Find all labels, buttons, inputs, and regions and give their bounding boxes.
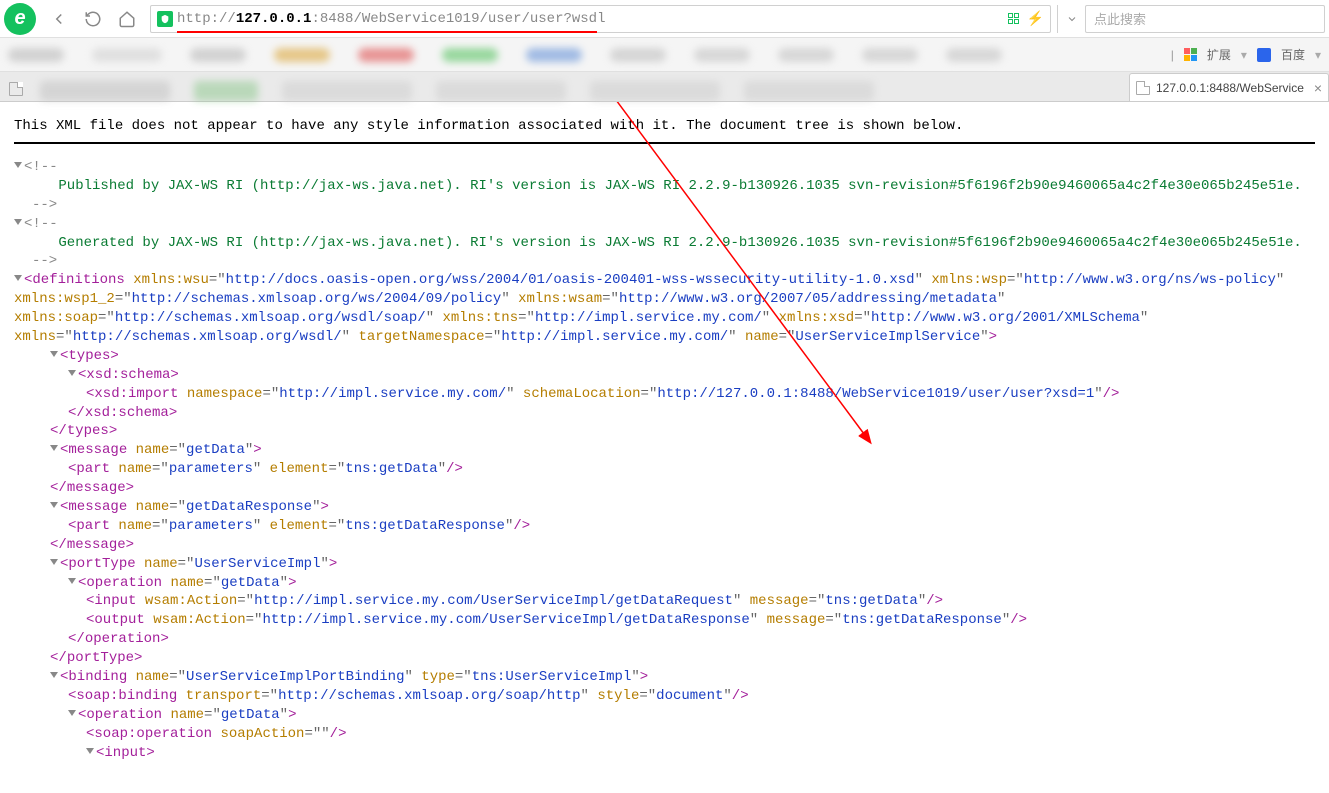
blurred-item: [442, 48, 498, 62]
search-input[interactable]: 点此搜索: [1085, 5, 1325, 33]
blurred-tab: [282, 81, 412, 101]
bolt-icon[interactable]: ⚡: [1027, 10, 1044, 27]
blurred-item: [862, 48, 918, 62]
xml-element-input[interactable]: <input>: [86, 744, 1315, 763]
xml-element-output: <output wsam:Action="http://impl.service…: [86, 611, 1315, 630]
extensions-label[interactable]: 扩展: [1207, 46, 1231, 63]
blurred-item: [92, 48, 162, 62]
browser-toolbar: e http://127.0.0.1:8488/WebService1019/u…: [0, 0, 1329, 38]
security-shield-icon: [157, 11, 173, 27]
xml-element-import: <xsd:import namespace="http://impl.servi…: [86, 385, 1315, 404]
blurred-item: [358, 48, 414, 62]
back-button[interactable]: [42, 4, 76, 34]
twisty-icon[interactable]: [14, 275, 22, 281]
blurred-item: [610, 48, 666, 62]
blurred-item: [8, 48, 64, 62]
twisty-icon[interactable]: [14, 162, 22, 168]
twisty-icon[interactable]: [50, 351, 58, 357]
tab-label: 127.0.0.1:8488/WebService: [1156, 81, 1304, 95]
baidu-label[interactable]: 百度: [1281, 46, 1305, 63]
tab-close-button[interactable]: ×: [1314, 80, 1322, 96]
blurred-item: [694, 48, 750, 62]
xml-element-schema[interactable]: <xsd:schema>: [68, 366, 1315, 385]
addr-dropdown[interactable]: [1057, 5, 1085, 33]
xml-comment[interactable]: <!--: [14, 215, 1315, 234]
xml-element-operation[interactable]: <operation name="getData">: [68, 706, 1315, 725]
blurred-item: [946, 48, 1002, 62]
xml-element-operation[interactable]: <operation name="getData">: [68, 574, 1315, 593]
tab-bar: 127.0.0.1:8488/WebService ×: [0, 72, 1329, 102]
xml-comment[interactable]: <!--: [14, 158, 1315, 177]
address-bar[interactable]: http://127.0.0.1:8488/WebService1019/use…: [150, 5, 1051, 33]
blurred-item: [274, 48, 330, 62]
xml-element-porttype[interactable]: <portType name="UserServiceImpl">: [50, 555, 1315, 574]
xml-element-soapoperation: <soap:operation soapAction=""/>: [86, 725, 1315, 744]
twisty-icon[interactable]: [68, 370, 76, 376]
twisty-icon[interactable]: [50, 445, 58, 451]
home-button[interactable]: [110, 4, 144, 34]
twisty-icon[interactable]: [68, 710, 76, 716]
blurred-tab: [40, 81, 170, 101]
twisty-icon[interactable]: [86, 748, 94, 754]
blurred-item: [778, 48, 834, 62]
xml-element-soapbinding: <soap:binding transport="http://schemas.…: [68, 687, 1315, 706]
xml-element-definitions[interactable]: <definitions xmlns:wsu="http://docs.oasi…: [14, 271, 1315, 347]
baidu-icon[interactable]: [1257, 48, 1271, 62]
blurred-tab: [194, 81, 258, 101]
xml-element-message[interactable]: <message name="getData">: [50, 441, 1315, 460]
page-icon: [1136, 81, 1150, 95]
twisty-icon[interactable]: [50, 502, 58, 508]
xml-element-message[interactable]: <message name="getDataResponse">: [50, 498, 1315, 517]
tab-active[interactable]: 127.0.0.1:8488/WebService ×: [1129, 73, 1329, 101]
blurred-tab: [436, 81, 566, 101]
xml-element-binding[interactable]: <binding name="UserServiceImplPortBindin…: [50, 668, 1315, 687]
xml-element-input: <input wsam:Action="http://impl.service.…: [86, 592, 1315, 611]
xml-element-types[interactable]: <types>: [50, 347, 1315, 366]
xml-element-part: <part name="parameters" element="tns:get…: [68, 460, 1315, 479]
twisty-icon[interactable]: [14, 219, 22, 225]
url-text: http://127.0.0.1:8488/WebService1019/use…: [177, 11, 606, 27]
browser-logo: e: [4, 3, 36, 35]
twisty-icon[interactable]: [50, 672, 58, 678]
bookmark-bar: | 扩展 ▾ 百度 ▾: [0, 38, 1329, 72]
blurred-tab: [590, 81, 720, 101]
blurred-tab: [744, 81, 874, 101]
blurred-item: [190, 48, 246, 62]
extensions-icon[interactable]: [1184, 48, 1197, 61]
twisty-icon[interactable]: [50, 559, 58, 565]
qr-icon[interactable]: [1008, 13, 1019, 24]
twisty-icon[interactable]: [68, 578, 76, 584]
xml-notice: This XML file does not appear to have an…: [14, 110, 1315, 144]
tab-list-icon[interactable]: [4, 77, 28, 101]
xml-element-part: <part name="parameters" element="tns:get…: [68, 517, 1315, 536]
reload-button[interactable]: [76, 4, 110, 34]
page-content: This XML file does not appear to have an…: [0, 102, 1329, 793]
red-underline-annotation: [177, 31, 597, 33]
blurred-item: [526, 48, 582, 62]
